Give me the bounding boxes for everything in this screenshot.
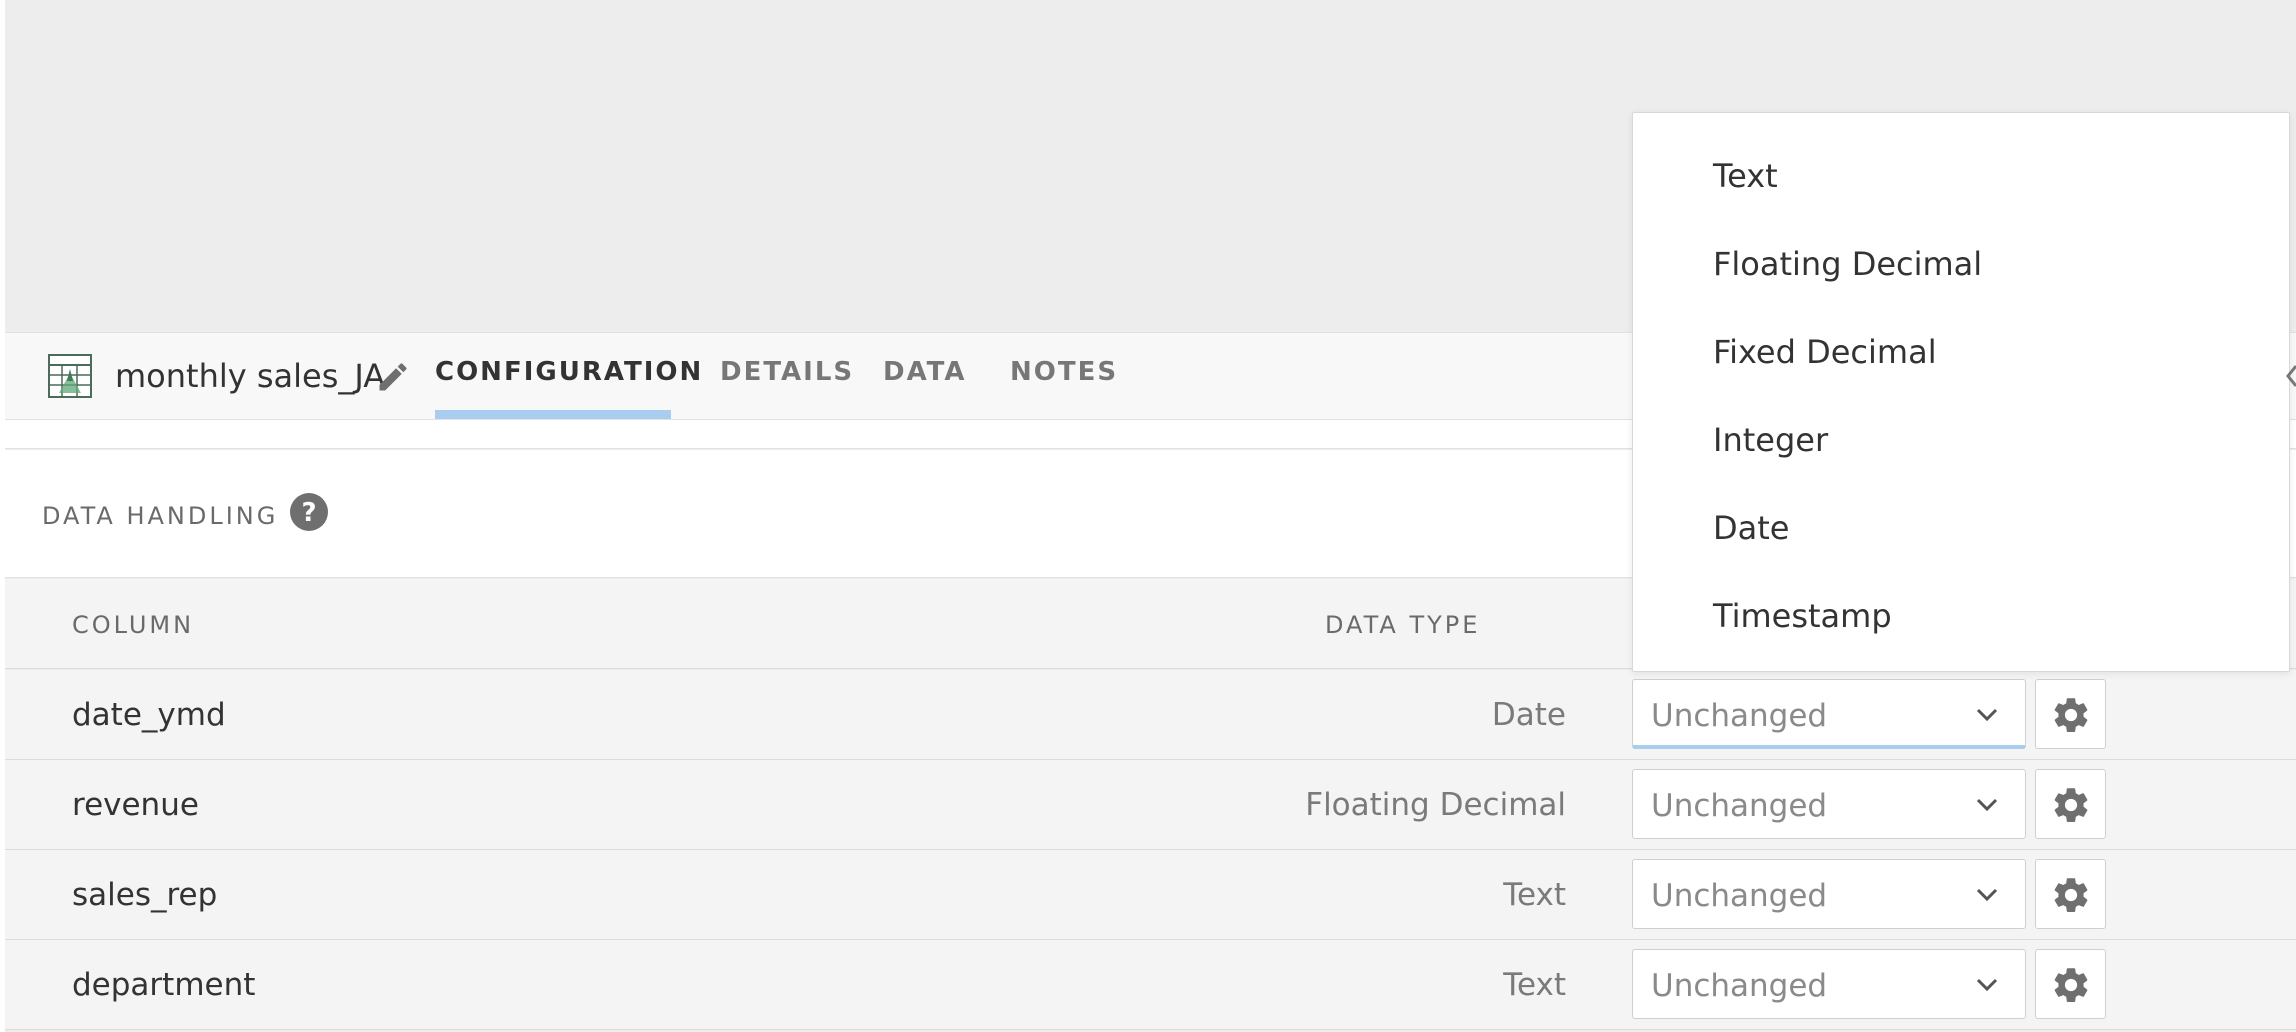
close-icon[interactable] — [2286, 358, 2296, 394]
settings-button[interactable] — [2035, 859, 2106, 929]
column-name: date_ymd — [72, 697, 226, 733]
type-select[interactable]: Unchanged — [1632, 769, 2026, 839]
settings-button[interactable] — [2035, 769, 2106, 839]
select-value: Unchanged — [1651, 878, 1828, 914]
svg-text:?: ? — [301, 498, 316, 528]
settings-button[interactable] — [2035, 679, 2106, 749]
column-type: Floating Decimal — [1305, 787, 1566, 823]
gear-icon — [2054, 698, 2088, 732]
chevron-down-icon — [1975, 794, 1999, 814]
active-tab-indicator — [435, 410, 671, 419]
tab-notes[interactable]: NOTES — [1010, 357, 1118, 387]
column-name: revenue — [72, 787, 199, 823]
table-row: date_ymd Date Unchanged — [5, 670, 2296, 760]
chevron-down-icon — [1975, 884, 1999, 904]
data-type-header: DATA TYPE — [1325, 611, 1481, 639]
spreadsheet-icon — [47, 353, 93, 399]
panel-title: DATA HANDLING — [42, 502, 279, 530]
dropdown-option-integer[interactable]: Integer — [1713, 421, 1828, 459]
data-type-dropdown-menu: Text Floating Decimal Fixed Decimal Inte… — [1632, 112, 2290, 672]
column-header: COLUMN — [72, 611, 195, 639]
gear-icon — [2054, 968, 2088, 1002]
dropdown-option-fixed-decimal[interactable]: Fixed Decimal — [1713, 333, 1937, 371]
settings-button[interactable] — [2035, 949, 2106, 1019]
column-name: sales_rep — [72, 877, 218, 913]
tab-details[interactable]: DETAILS — [720, 357, 854, 387]
column-type: Text — [1503, 877, 1566, 913]
type-select[interactable]: Unchanged — [1632, 949, 2026, 1019]
dropdown-option-text[interactable]: Text — [1713, 157, 1778, 195]
tab-data[interactable]: DATA — [883, 357, 967, 387]
pencil-icon[interactable] — [375, 359, 411, 395]
chevron-down-icon — [1975, 974, 1999, 994]
column-type: Text — [1503, 967, 1566, 1003]
select-value: Unchanged — [1651, 968, 1828, 1004]
table-row: department Text Unchanged — [5, 940, 2296, 1030]
gear-icon — [2054, 788, 2088, 822]
tab-configuration[interactable]: CONFIGURATION — [435, 357, 703, 387]
type-select[interactable]: Unchanged — [1632, 859, 2026, 929]
select-value: Unchanged — [1651, 698, 1828, 734]
type-select[interactable]: Unchanged — [1632, 679, 2026, 749]
gear-icon — [2054, 878, 2088, 912]
table-row: revenue Floating Decimal Unchanged — [5, 760, 2296, 850]
dataset-name: monthly sales_JA — [115, 357, 386, 395]
table-row: sales_rep Text Unchanged — [5, 850, 2296, 940]
column-name: department — [72, 967, 256, 1003]
chevron-down-icon — [1975, 704, 1999, 724]
dropdown-option-timestamp[interactable]: Timestamp — [1713, 597, 1892, 635]
dropdown-option-floating-decimal[interactable]: Floating Decimal — [1713, 245, 1982, 283]
help-icon[interactable]: ? — [289, 492, 329, 532]
dropdown-option-date[interactable]: Date — [1713, 509, 1789, 547]
select-value: Unchanged — [1651, 788, 1828, 824]
column-type: Date — [1491, 697, 1566, 733]
